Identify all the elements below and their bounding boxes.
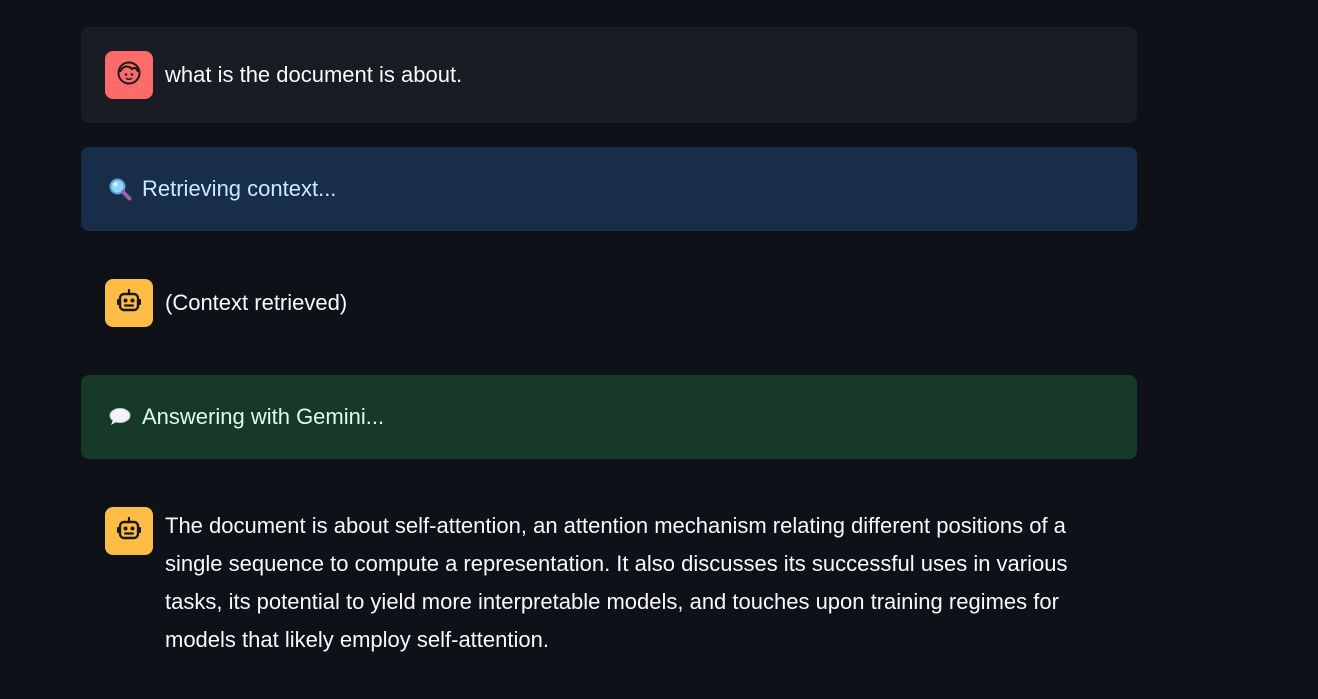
user-chat-message: what is the document is about.	[81, 27, 1137, 123]
user-face-icon	[116, 60, 142, 91]
assistant-chat-message: The document is about self-attention, an…	[81, 507, 1137, 659]
assistant-chat-message: (Context retrieved)	[81, 279, 1137, 327]
speech-balloon-icon	[108, 405, 132, 429]
user-avatar	[105, 51, 153, 99]
assistant-avatar	[105, 507, 153, 555]
assistant-message-text: (Context retrieved)	[165, 290, 348, 315]
user-message-text: what is the document is about.	[165, 62, 463, 87]
assistant-avatar	[105, 279, 153, 327]
magnifying-glass-icon	[108, 177, 132, 201]
retrieving-status-alert: Retrieving context...	[81, 147, 1137, 231]
answering-status-text: Answering with Gemini...	[142, 404, 385, 429]
robot-icon	[115, 287, 143, 320]
robot-icon	[115, 515, 143, 548]
answering-status-alert: Answering with Gemini...	[81, 375, 1137, 459]
assistant-answer-text: The document is about self-attention, an…	[165, 513, 1068, 652]
retrieving-status-text: Retrieving context...	[142, 176, 337, 201]
